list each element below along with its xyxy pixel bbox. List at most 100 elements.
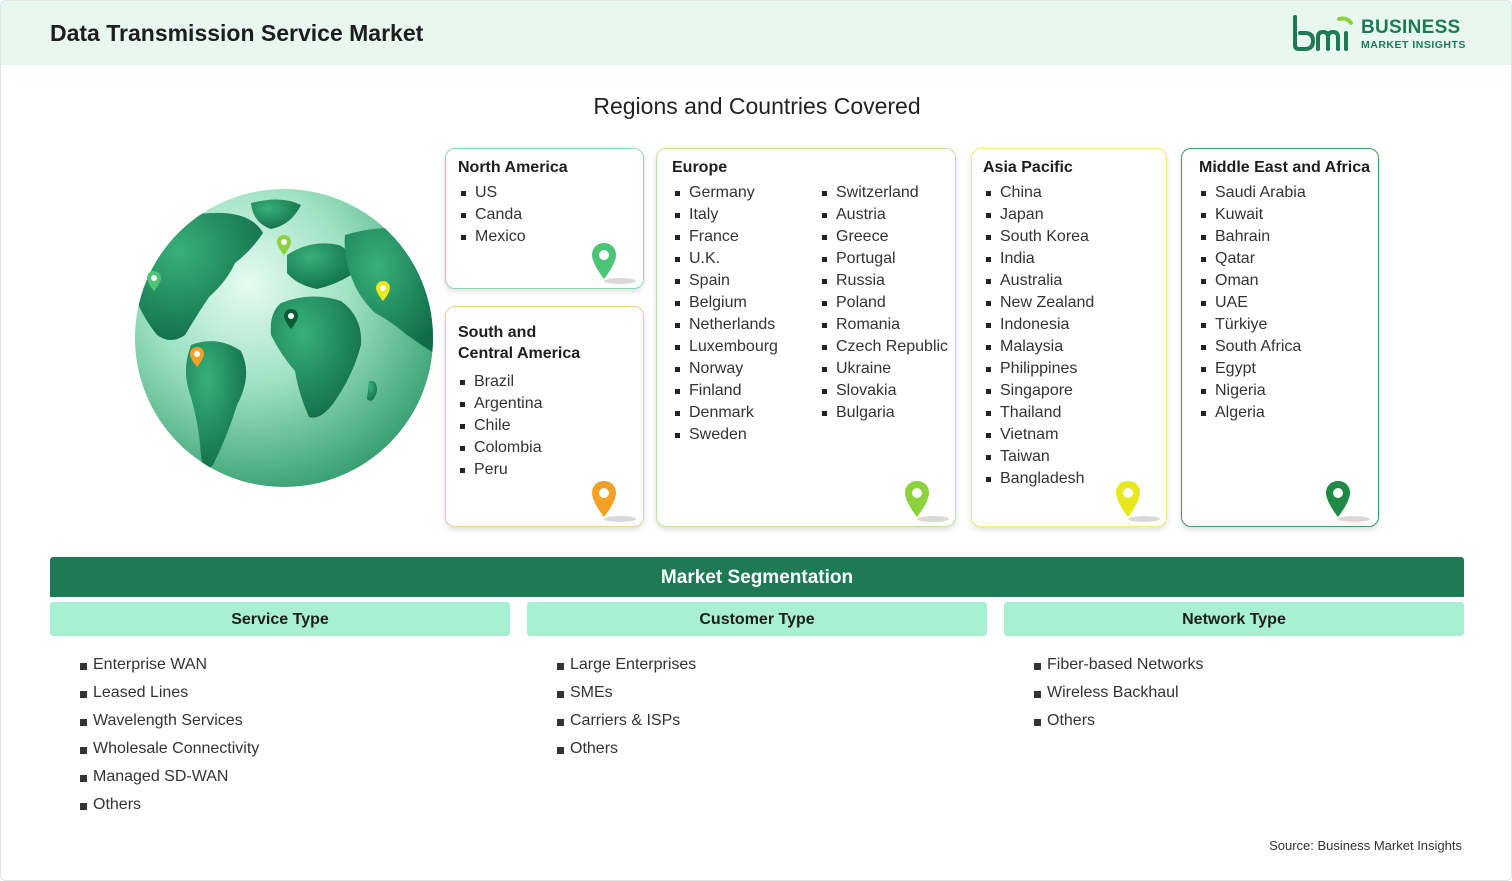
list-item: Oman	[1199, 270, 1306, 292]
seg-header-customer-type: Customer Type	[527, 602, 987, 636]
list-item: Wholesale Connectivity	[80, 735, 259, 763]
list-item: Nigeria	[1199, 380, 1306, 402]
list-item: Singapore	[984, 380, 1094, 402]
location-pin-icon	[1326, 481, 1370, 522]
list-north-america: US Canda Mexico	[459, 182, 526, 248]
list-item: Australia	[984, 270, 1094, 292]
list-item: China	[984, 182, 1094, 204]
list-item: New Zealand	[984, 292, 1094, 314]
card-title-asia-pacific: Asia Pacific	[983, 159, 1073, 176]
globe-illustration	[135, 189, 433, 487]
list-item: Others	[80, 791, 259, 819]
list-item: Norway	[673, 358, 778, 380]
list-item: Vietnam	[984, 424, 1094, 446]
list-item: Russia	[820, 270, 948, 292]
list-item: Bahrain	[1199, 226, 1306, 248]
card-south-central-america: South and Central America Brazil Argenti…	[445, 306, 644, 527]
list-item: Fiber-based Networks	[1034, 651, 1204, 679]
card-title-south-central-america-line2: Central America	[458, 345, 581, 362]
list-item: France	[673, 226, 778, 248]
list-item: Thailand	[984, 402, 1094, 424]
list-item: Malaysia	[984, 336, 1094, 358]
card-north-america: North America US Canda Mexico	[445, 148, 644, 289]
list-south-central-america: Brazil Argentina Chile Colombia Peru	[458, 371, 543, 481]
list-item: Spain	[673, 270, 778, 292]
list-item: Saudi Arabia	[1199, 182, 1306, 204]
list-item: Türkiye	[1199, 314, 1306, 336]
list-item: Others	[1034, 707, 1204, 735]
list-item: Mexico	[459, 226, 526, 248]
card-title-europe: Europe	[672, 159, 728, 176]
list-middle-east-africa: Saudi Arabia Kuwait Bahrain Qatar Oman U…	[1199, 182, 1306, 424]
list-item: Bulgaria	[820, 402, 948, 424]
location-pin-icon	[592, 481, 636, 522]
list-item: Philippines	[984, 358, 1094, 380]
list-item: Qatar	[1199, 248, 1306, 270]
location-pin-icon	[1116, 481, 1160, 522]
header: Data Transmission Service Market BUSINES…	[1, 1, 1511, 65]
list-item: Brazil	[458, 371, 543, 393]
list-customer-type: Large Enterprises SMEs Carriers & ISPs O…	[557, 651, 696, 763]
location-pin-icon	[905, 481, 949, 522]
list-item: Japan	[984, 204, 1094, 226]
logo-text-business: BUSINESS	[1361, 17, 1461, 38]
list-item: Greece	[820, 226, 948, 248]
list-item: Egypt	[1199, 358, 1306, 380]
card-title-north-america: North America	[458, 159, 568, 176]
list-item: India	[984, 248, 1094, 270]
list-item: Wireless Backhaul	[1034, 679, 1204, 707]
list-europe-col1: Germany Italy France U.K. Spain Belgium …	[673, 182, 778, 446]
list-item: Kuwait	[1199, 204, 1306, 226]
list-item: Italy	[673, 204, 778, 226]
list-item: Netherlands	[673, 314, 778, 336]
list-item: Indonesia	[984, 314, 1094, 336]
list-item: Chile	[458, 415, 543, 437]
list-item: Austria	[820, 204, 948, 226]
list-item: Wavelength Services	[80, 707, 259, 735]
list-item: U.K.	[673, 248, 778, 270]
location-pin-icon	[592, 243, 636, 284]
list-item: Canda	[459, 204, 526, 226]
logo-text-market-insights: MARKET INSIGHTS	[1361, 39, 1466, 51]
list-item: Colombia	[458, 437, 543, 459]
list-item: Switzerland	[820, 182, 948, 204]
list-item: Romania	[820, 314, 948, 336]
page-title: Data Transmission Service Market	[50, 20, 424, 46]
card-title-south-central-america-line1: South and	[458, 324, 537, 341]
seg-header-network-type: Network Type	[1004, 602, 1464, 636]
list-item: Sweden	[673, 424, 778, 446]
infographic-frame: Data Transmission Service Market BUSINES…	[0, 0, 1512, 881]
list-item: Others	[557, 735, 696, 763]
list-item: Czech Republic	[820, 336, 948, 358]
list-item: Bangladesh	[984, 468, 1094, 490]
market-segmentation-bar: Market Segmentation	[50, 557, 1464, 597]
list-item: South Korea	[984, 226, 1094, 248]
bmi-logo-mark-icon	[1293, 15, 1353, 51]
list-network-type: Fiber-based Networks Wireless Backhaul O…	[1034, 651, 1204, 735]
list-item: Slovakia	[820, 380, 948, 402]
card-middle-east-africa: Middle East and Africa Saudi Arabia Kuwa…	[1181, 148, 1379, 527]
list-item: Poland	[820, 292, 948, 314]
list-asia-pacific: China Japan South Korea India Australia …	[984, 182, 1094, 490]
list-item: Luxembourg	[673, 336, 778, 358]
list-item: Argentina	[458, 393, 543, 415]
list-item: Ukraine	[820, 358, 948, 380]
list-item: Large Enterprises	[557, 651, 696, 679]
source-note: Source: Business Market Insights	[1269, 838, 1462, 853]
card-asia-pacific: Asia Pacific China Japan South Korea Ind…	[971, 148, 1167, 527]
list-item: Carriers & ISPs	[557, 707, 696, 735]
list-item: UAE	[1199, 292, 1306, 314]
list-item: South Africa	[1199, 336, 1306, 358]
list-item: Portugal	[820, 248, 948, 270]
list-item: Peru	[458, 459, 543, 481]
seg-header-service-type: Service Type	[50, 602, 510, 636]
card-title-middle-east-africa: Middle East and Africa	[1199, 159, 1370, 176]
list-item: Finland	[673, 380, 778, 402]
list-item: Algeria	[1199, 402, 1306, 424]
card-europe: Europe Germany Italy France U.K. Spain B…	[656, 148, 956, 527]
list-europe-col2: Switzerland Austria Greece Portugal Russ…	[820, 182, 948, 424]
list-item: Germany	[673, 182, 778, 204]
list-item: Enterprise WAN	[80, 651, 259, 679]
regions-title: Regions and Countries Covered	[593, 93, 921, 119]
list-item: Denmark	[673, 402, 778, 424]
